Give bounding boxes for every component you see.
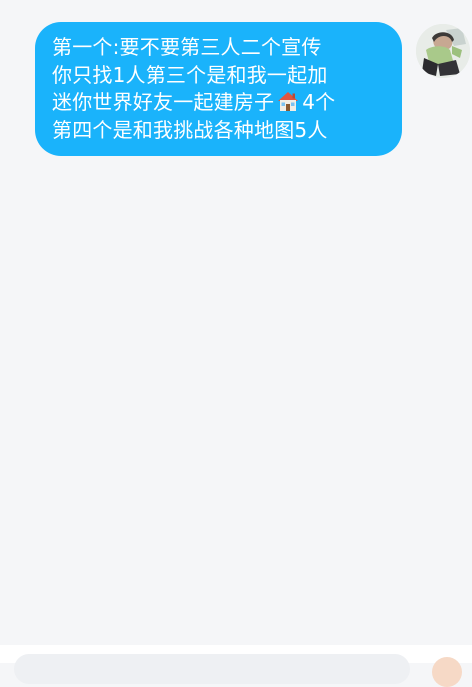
emoji-button[interactable] — [432, 657, 462, 687]
avatar[interactable] — [416, 24, 470, 78]
house-icon — [276, 90, 300, 112]
input-bar — [0, 645, 472, 687]
chat-area: 第一个:要不要第三人二个宣传 你只找1人第三个是和我一起加 迷你世界好友一起建房… — [0, 0, 472, 645]
message-bubble[interactable]: 第一个:要不要第三人二个宣传 你只找1人第三个是和我一起加 迷你世界好友一起建房… — [35, 22, 402, 156]
message-row: 第一个:要不要第三人二个宣传 你只找1人第三个是和我一起加 迷你世界好友一起建房… — [0, 22, 472, 162]
avatar-image — [416, 24, 470, 78]
message-line: 第四个是和我挑战各种地图5人 — [52, 117, 328, 142]
message-input[interactable] — [14, 654, 410, 684]
message-line: 迷你世界好友一起建房子 4个 — [52, 89, 388, 117]
message-text: 迷你世界好友一起建房子 — [52, 90, 275, 114]
message-text: 4个 — [302, 90, 336, 114]
message-line: 你只找1人第三个是和我一起加 — [52, 62, 328, 87]
message-line: 第一个:要不要第三人二个宣传 — [52, 35, 322, 59]
